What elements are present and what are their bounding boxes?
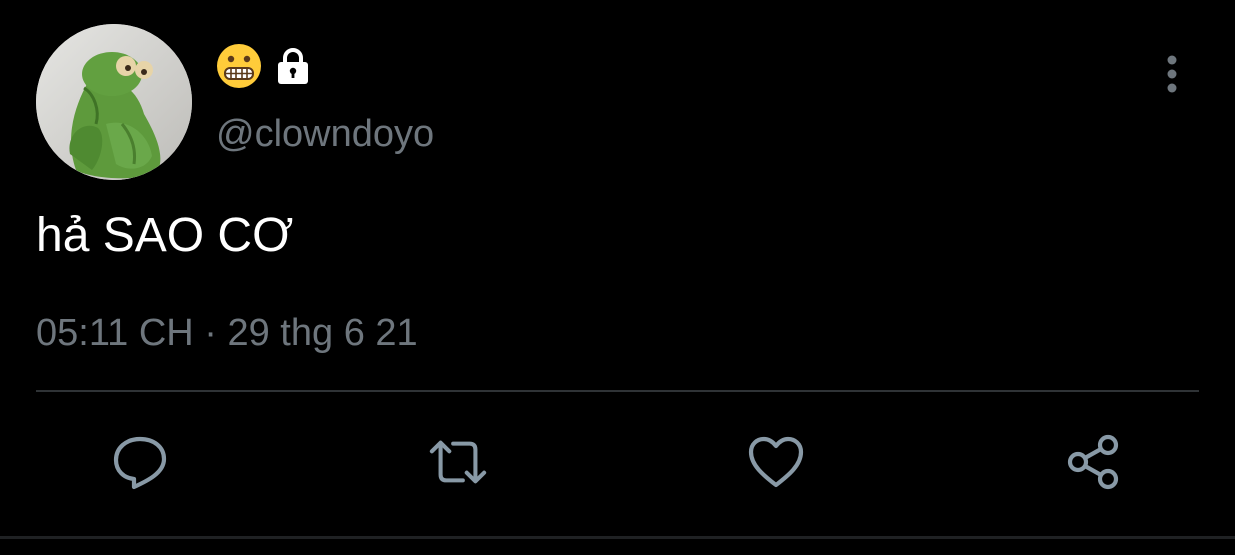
more-vertical-icon bbox=[1167, 55, 1177, 93]
tweet-card: @clowndoyo hả SAO CƠ 05:11 CH · 29 thg 6… bbox=[0, 0, 1235, 555]
retweet-icon bbox=[429, 440, 487, 484]
divider bbox=[36, 390, 1199, 392]
reply-icon bbox=[113, 436, 167, 490]
bottom-divider bbox=[0, 536, 1235, 539]
grimacing-face-emoji bbox=[217, 44, 261, 88]
share-button[interactable] bbox=[1064, 432, 1124, 492]
tweet-timestamp[interactable]: 05:11 CH · 29 thg 6 21 bbox=[36, 310, 418, 356]
frog-plush-image bbox=[36, 24, 192, 180]
lock-icon bbox=[278, 48, 308, 84]
user-handle[interactable]: @clowndoyo bbox=[216, 112, 434, 156]
reply-button[interactable] bbox=[110, 432, 170, 492]
avatar[interactable] bbox=[36, 24, 192, 180]
share-icon bbox=[1067, 434, 1119, 490]
like-icon bbox=[748, 436, 804, 488]
tweet-text: hả SAO CƠ bbox=[36, 209, 294, 262]
more-options-button[interactable] bbox=[1150, 52, 1194, 96]
display-name[interactable] bbox=[216, 42, 314, 90]
like-button[interactable] bbox=[746, 432, 806, 492]
retweet-button[interactable] bbox=[428, 432, 488, 492]
